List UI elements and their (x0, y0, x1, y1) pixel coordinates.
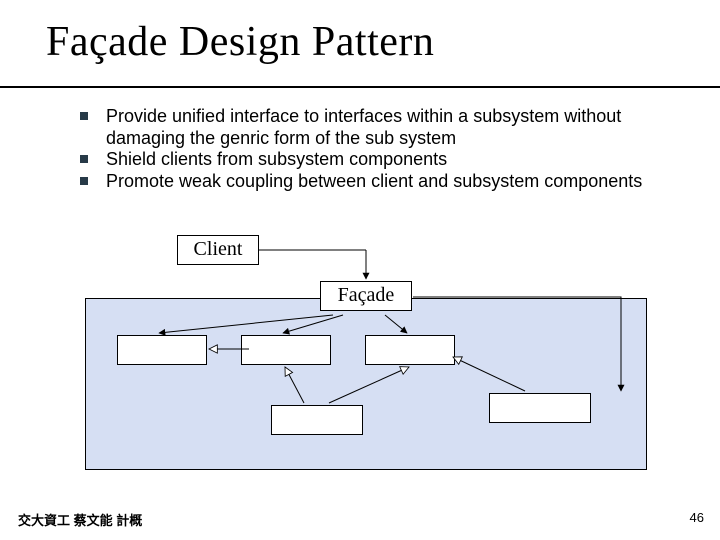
footer-credit: 交大資工 蔡文能 計概 (18, 510, 142, 529)
facade-box: Façade (320, 281, 412, 311)
bullet-text: Promote weak coupling between client and… (106, 171, 680, 193)
bullet-text: Shield clients from subsystem components (106, 149, 680, 171)
bullet-item: Shield clients from subsystem components (80, 149, 680, 171)
slide-body: Provide unified interface to interfaces … (80, 106, 680, 192)
bullet-text: Provide unified interface to interfaces … (106, 106, 680, 149)
subsystem-class-box (489, 393, 591, 423)
page-number: 46 (690, 510, 704, 525)
title-underline (0, 86, 720, 88)
subsystem-class-box (241, 335, 331, 365)
client-box: Client (177, 235, 259, 265)
bullet-item: Promote weak coupling between client and… (80, 171, 680, 193)
bullet-item: Provide unified interface to interfaces … (80, 106, 680, 149)
bullet-list: Provide unified interface to interfaces … (80, 106, 680, 192)
subsystem-class-box (365, 335, 455, 365)
subsystem-class-box (271, 405, 363, 435)
subsystem-class-box (117, 335, 207, 365)
facade-diagram: Client Façade (85, 235, 645, 475)
subsystem-box (85, 298, 647, 470)
slide-title: Façade Design Pattern (46, 18, 434, 66)
